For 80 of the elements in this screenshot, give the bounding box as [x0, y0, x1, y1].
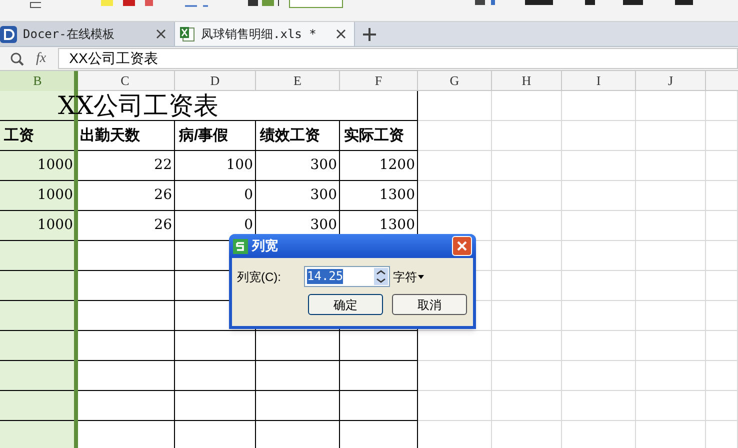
table-cell [706, 211, 738, 241]
table-cell [706, 151, 738, 181]
table-cell [706, 331, 738, 361]
tab-label: 凤球销售明细.xls * [201, 26, 318, 43]
table-cell [492, 331, 562, 361]
table-cell [636, 301, 706, 331]
table-cell [636, 181, 706, 211]
color-swatch-icon[interactable] [100, 0, 113, 6]
column-heading: 实际工资 [340, 121, 418, 151]
table-cell: 1000 [0, 211, 76, 241]
unit-dropdown[interactable]: 字符 [393, 268, 424, 286]
spreadsheet-file-icon [179, 26, 195, 42]
table-cell [706, 121, 738, 151]
table-icon[interactable] [30, 2, 41, 8]
file-tab[interactable]: 凤球销售明细.xls * [175, 22, 355, 46]
table-cell [492, 151, 562, 181]
close-icon [457, 241, 467, 251]
table-cell [636, 211, 706, 241]
column-header[interactable]: H [492, 71, 562, 91]
table-cell: 1000 [0, 181, 76, 211]
field-label: 列宽(C): [237, 268, 282, 286]
table-cell [492, 181, 562, 211]
app-logo-icon [233, 238, 248, 254]
table-cell [636, 121, 706, 151]
table-cell [706, 301, 738, 331]
table-cell [706, 361, 738, 391]
caret-icon [418, 274, 424, 278]
column-header[interactable]: B [0, 71, 76, 91]
close-icon[interactable] [156, 29, 166, 39]
color-swatch-icon[interactable] [122, 0, 135, 6]
align-icon[interactable] [248, 0, 279, 8]
table-cell [492, 301, 562, 331]
table-cell [636, 391, 706, 421]
cancel-button[interactable]: 取消 [392, 294, 467, 315]
table-cell [492, 391, 562, 421]
table-cell: 1200 [340, 151, 418, 181]
table-cell [636, 331, 706, 361]
merge-button[interactable] [288, 0, 343, 8]
close-icon[interactable] [336, 29, 346, 39]
table-cell [492, 211, 562, 241]
ok-button[interactable]: 确定 [308, 294, 383, 315]
fx-label[interactable]: fx [36, 48, 46, 69]
table-cell [492, 121, 562, 151]
table-cell: 300 [256, 151, 340, 181]
add-tab-icon[interactable] [363, 28, 376, 41]
column-header[interactable]: G [418, 71, 492, 91]
table-cell [636, 271, 706, 301]
table-cell [636, 151, 706, 181]
tab-label: Docer-在线模板 [23, 26, 116, 43]
file-tab[interactable]: Docer-在线模板 [0, 22, 175, 46]
table-cell: 1300 [340, 181, 418, 211]
table-cell [706, 391, 738, 421]
table-cell [636, 91, 706, 121]
width-spin-field[interactable]: 14.25 [304, 266, 390, 287]
docer-logo-icon [0, 26, 17, 42]
table-cell [492, 271, 562, 301]
table-cell [492, 241, 562, 271]
column-heading: 工资 [0, 121, 76, 151]
column-heading: 病/事假 [175, 121, 256, 151]
decimal-icon[interactable] [472, 0, 496, 8]
table-cell [492, 91, 562, 121]
table-cell: 0 [175, 181, 256, 211]
spin-arrows-icon[interactable] [374, 268, 388, 285]
table-cell: 300 [256, 181, 340, 211]
field-value: 14.25 [307, 269, 344, 284]
column-header[interactable]: I [562, 71, 636, 91]
table-cell [492, 361, 562, 391]
table-cell [706, 241, 738, 271]
table-cell [706, 271, 738, 301]
close-button[interactable] [452, 236, 472, 256]
column-heading: 绩效工资 [256, 121, 340, 151]
column-header[interactable]: J [636, 71, 706, 91]
table-cell: 1000 [0, 151, 76, 181]
table-cell [706, 181, 738, 211]
table-cell [706, 91, 738, 121]
zoom-icon[interactable] [10, 52, 24, 66]
table-cell [636, 361, 706, 391]
table-cell [636, 241, 706, 271]
formula-input[interactable]: XX公司工资表 [58, 48, 738, 69]
table-cell: 100 [175, 151, 256, 181]
